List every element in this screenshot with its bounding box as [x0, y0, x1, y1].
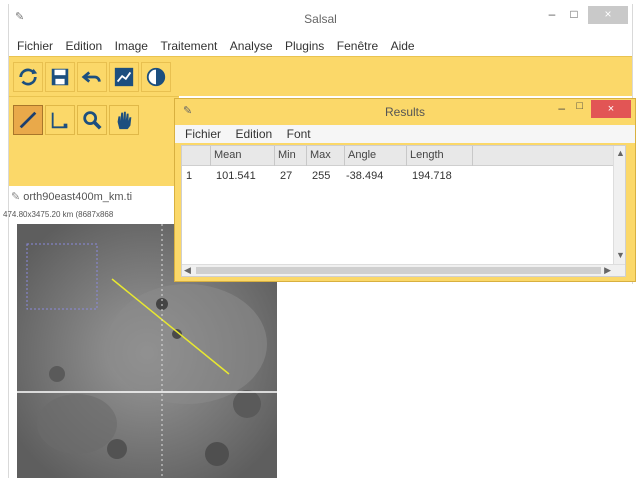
image-subtitle: 474.80x3475.20 km (8687x868 [3, 210, 114, 219]
results-window: ✎ Results – □ × Fichier Edition Font Mea… [174, 98, 636, 282]
col-header-max[interactable]: Max [310, 149, 331, 161]
results-close-button[interactable]: × [591, 100, 631, 118]
maximize-button[interactable]: □ [564, 6, 584, 24]
titlebar: ✎ Salsal – □ × [9, 4, 632, 32]
scroll-down-arrow-icon[interactable]: ▼ [616, 250, 625, 260]
main-toolbar [9, 56, 632, 96]
cell-max: 255 [312, 170, 331, 182]
results-title: Results [384, 105, 425, 119]
horizontal-scroll-thumb[interactable] [196, 267, 601, 274]
scroll-left-arrow-icon[interactable]: ◀ [184, 265, 191, 276]
window-title: Salsal [304, 12, 337, 26]
column-separator [274, 146, 275, 166]
col-header-length[interactable]: Length [410, 149, 444, 161]
results-menu-edition[interactable]: Edition [235, 125, 272, 143]
menu-aide[interactable]: Aide [391, 36, 415, 56]
menu-fenetre[interactable]: Fenêtre [337, 36, 378, 56]
cell-min: 27 [280, 170, 293, 182]
column-separator [210, 146, 211, 166]
menubar: Fichier Edition Image Traitement Analyse… [9, 36, 632, 56]
undo-icon[interactable] [77, 62, 107, 92]
close-button[interactable]: × [588, 6, 628, 24]
menu-edition[interactable]: Edition [65, 36, 102, 56]
col-header-angle[interactable]: Angle [348, 149, 376, 161]
results-menu-fichier[interactable]: Fichier [185, 125, 221, 143]
col-header-mean[interactable]: Mean [214, 149, 242, 161]
save-icon[interactable] [45, 62, 75, 92]
column-separator [472, 146, 473, 166]
workspace-blank [279, 284, 634, 478]
horizontal-scrollbar[interactable]: ◀ ▶ [182, 264, 625, 276]
minimize-button[interactable]: – [542, 6, 562, 24]
line-tool-icon[interactable] [13, 105, 43, 135]
results-minimize-button[interactable]: – [558, 101, 565, 115]
cell-length: 194.718 [412, 170, 452, 182]
image-window-icon: ✎ [11, 191, 24, 203]
results-maximize-button[interactable]: □ [576, 100, 583, 112]
menu-fichier[interactable]: Fichier [17, 36, 53, 56]
results-table: Mean Min Max Angle Length 1 101.541 27 2… [181, 145, 626, 277]
column-separator [306, 146, 307, 166]
tools-toolbar [9, 96, 179, 186]
zoom-icon[interactable] [77, 105, 107, 135]
contrast-icon[interactable] [141, 62, 171, 92]
scroll-up-arrow-icon[interactable]: ▲ [616, 148, 625, 158]
menu-analyse[interactable]: Analyse [230, 36, 273, 56]
menu-traitement[interactable]: Traitement [160, 36, 217, 56]
cell-mean: 101.541 [216, 170, 256, 182]
table-row[interactable]: 1 101.541 27 255 -38.494 194.718 [182, 168, 625, 186]
refresh-icon[interactable] [13, 62, 43, 92]
screen: ✎ Salsal – □ × Fichier Edition Image Tra… [0, 0, 637, 478]
menu-plugins[interactable]: Plugins [285, 36, 324, 56]
vertical-scrollbar[interactable]: ▲ ▼ [613, 146, 625, 266]
image-title-text: orth90east400m_km.ti [23, 191, 133, 203]
rectangle-tool-icon[interactable] [45, 105, 75, 135]
chart-icon[interactable] [109, 62, 139, 92]
column-separator [344, 146, 345, 166]
cell-index: 1 [186, 170, 193, 182]
scroll-right-arrow-icon[interactable]: ▶ [604, 265, 611, 276]
results-table-header: Mean Min Max Angle Length [182, 146, 625, 166]
col-header-min[interactable]: Min [278, 149, 296, 161]
column-separator [406, 146, 407, 166]
hand-icon[interactable] [109, 105, 139, 135]
results-menubar: Fichier Edition Font [175, 125, 635, 143]
results-titlebar: ✎ Results – □ × [175, 99, 635, 123]
results-menu-font[interactable]: Font [287, 125, 311, 143]
menu-image[interactable]: Image [115, 36, 148, 56]
image-title: ✎ orth90east400m_km.ti [11, 190, 132, 203]
cell-angle: -38.494 [346, 170, 384, 182]
